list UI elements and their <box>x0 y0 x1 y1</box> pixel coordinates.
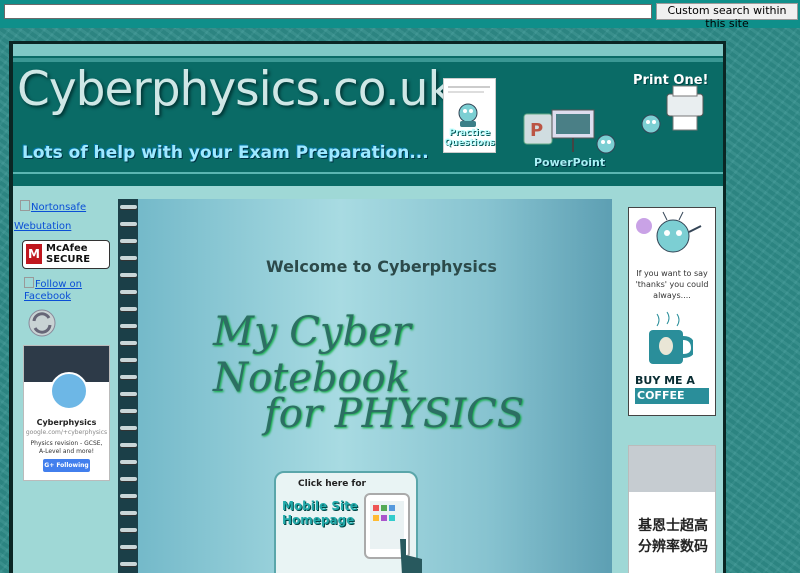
mcafee-label: McAfee SECURE <box>46 243 91 265</box>
site-tagline: Lots of help with your Exam Preparation.… <box>22 143 429 163</box>
avatar <box>50 372 88 410</box>
notebook-panel: Welcome to Cyberphysics My Cyber Noteboo… <box>118 199 612 573</box>
google-plus-card[interactable]: Cyberphysics google.com/+cyberphysics Ph… <box>23 345 110 481</box>
gplus-url: google.com/+cyberphysics <box>25 429 108 436</box>
spiral-ring <box>120 494 137 498</box>
gplus-follow-label: Following <box>56 462 89 469</box>
buy-me-a-label: BUY ME A <box>635 374 695 387</box>
site-header: Cyberphysics.co.uk Lots of help with you… <box>13 44 723 186</box>
spiral-ring <box>120 443 137 447</box>
spiral-ring <box>120 290 137 294</box>
coffee-cup-icon <box>649 311 693 364</box>
left-sidebar: Nortonsafe Webutation M McAfee SECURE Fo… <box>13 196 117 573</box>
spiral-ring <box>120 273 137 277</box>
spiral-ring <box>120 545 137 549</box>
spiral-ring <box>120 409 137 413</box>
coffee-thanks-text: If you want to say 'thanks' you could al… <box>635 269 709 300</box>
gplus-name: Cyberphysics <box>36 418 97 427</box>
practice-questions-link[interactable]: Practice Questions <box>443 78 496 153</box>
ad-image <box>629 446 715 492</box>
nortonsafe-badge[interactable]: Nortonsafe <box>20 200 86 214</box>
custom-search-button[interactable]: Custom search within this site <box>656 3 798 30</box>
spiral-ring <box>120 460 137 464</box>
svg-text:P: P <box>530 120 543 141</box>
spiral-ring <box>120 528 137 532</box>
mascot-icon <box>636 211 702 253</box>
mobile-site-homepage-link[interactable]: Click here for Mobile Site Homepage <box>274 471 422 573</box>
buy-me-a-coffee-widget[interactable]: If you want to say 'thanks' you could al… <box>628 207 716 416</box>
spiral-ring <box>120 358 137 362</box>
header-stripe <box>13 44 723 56</box>
follow-on-facebook-link[interactable]: Follow on Facebook <box>24 277 110 303</box>
refresh-icon[interactable] <box>25 307 59 339</box>
welcome-heading: Welcome to Cyberphysics <box>266 257 497 276</box>
gplus-description: Physics revision - GCSE, A-Level and mor… <box>30 440 103 455</box>
advertisement[interactable]: 基恩士超高分辨率数码 <box>628 445 716 573</box>
header-bottom-bar <box>13 172 723 186</box>
spiral-ring <box>120 324 137 328</box>
mobile-click-label: Click here for <box>298 479 366 489</box>
practice-questions-label: Practice Questions <box>444 128 495 148</box>
spiral-ring <box>120 477 137 481</box>
spiral-ring <box>120 205 137 209</box>
notebook-title-line1: My Cyber Notebook <box>213 309 411 401</box>
search-input[interactable] <box>4 4 652 19</box>
spiral-ring <box>120 256 137 260</box>
spiral-ring <box>120 426 137 430</box>
mcafee-secure-badge[interactable]: M McAfee SECURE <box>22 240 110 269</box>
print-label: Print One! <box>633 73 709 88</box>
notebook-spiral <box>118 199 138 573</box>
pointing-hand-icon <box>400 539 422 573</box>
spiral-ring <box>120 562 137 566</box>
page-content: Cyberphysics.co.uk Lots of help with you… <box>13 44 723 573</box>
webutation-link[interactable]: Webutation <box>14 221 71 233</box>
powerpoint-label: PowerPoint <box>534 156 606 169</box>
spiral-ring <box>120 341 137 345</box>
spiral-ring <box>120 222 137 226</box>
site-title[interactable]: Cyberphysics.co.uk <box>17 62 455 117</box>
gplus-follow-button[interactable]: G+ Following <box>43 459 90 472</box>
right-sidebar: If you want to say 'thanks' you could al… <box>625 196 723 573</box>
spiral-ring <box>120 375 137 379</box>
notebook-title-line2: for PHYSICS <box>264 391 525 437</box>
coffee-label: COFFEE <box>635 388 709 404</box>
search-bar: Custom search within this site <box>0 0 800 30</box>
spiral-ring <box>120 239 137 243</box>
spiral-ring <box>120 307 137 311</box>
broken-image-icon <box>24 277 34 288</box>
broken-image-icon <box>20 200 30 211</box>
spiral-ring <box>120 511 137 515</box>
spiral-ring <box>120 392 137 396</box>
nortonsafe-alt-text: Nortonsafe <box>31 202 87 213</box>
ad-text: 基恩士超高分辨率数码 <box>638 518 708 555</box>
mcafee-shield-icon: M <box>26 244 42 264</box>
